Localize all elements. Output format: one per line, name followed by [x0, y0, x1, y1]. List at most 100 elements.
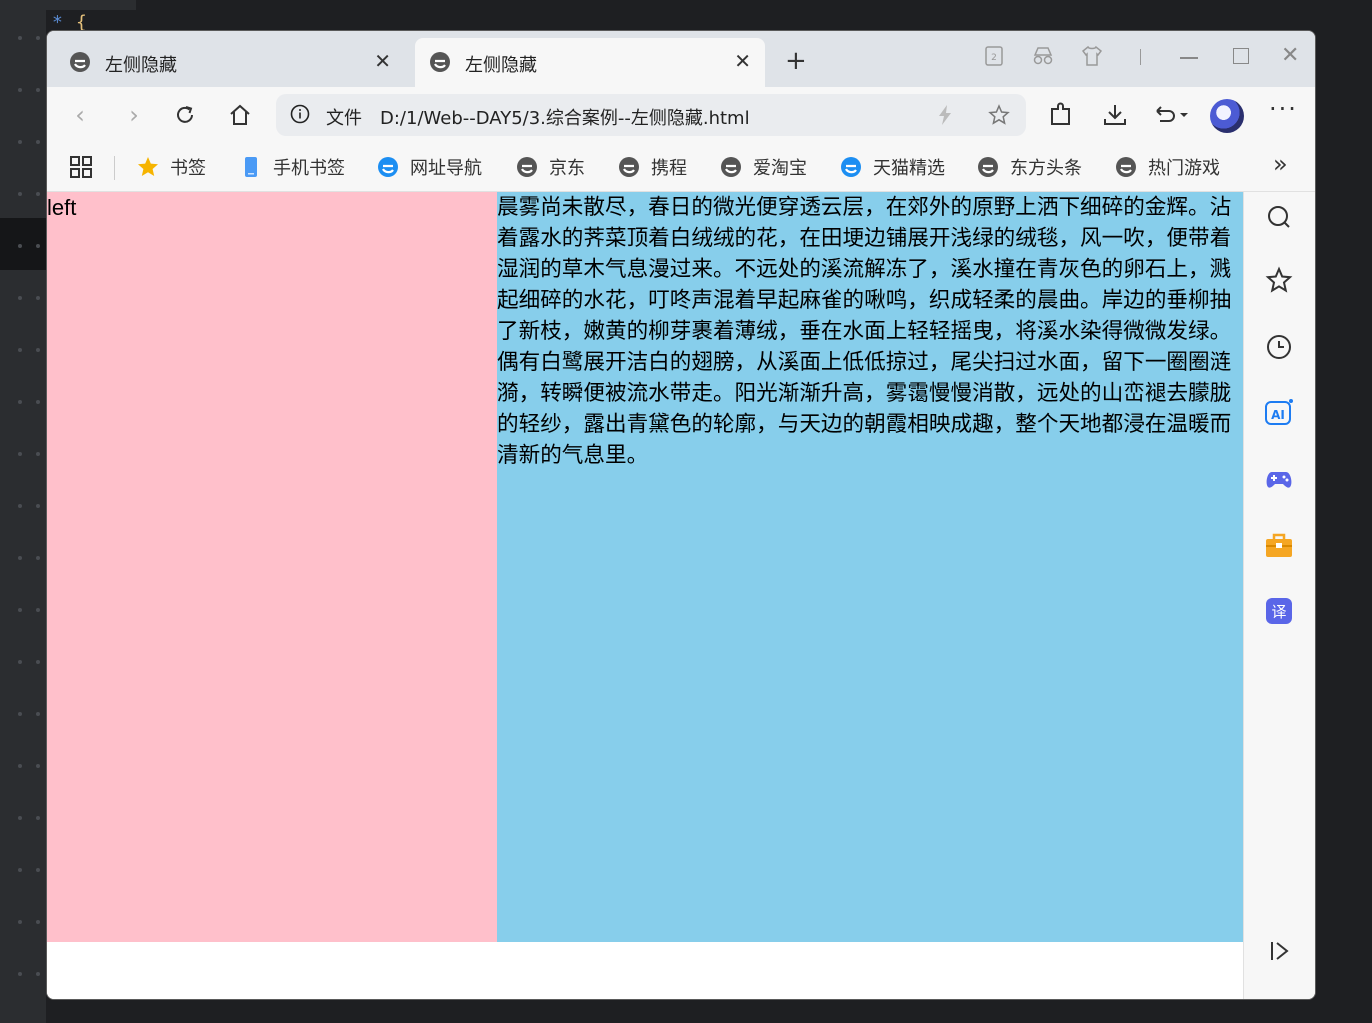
editor-gutter-dot: [36, 764, 40, 768]
right-panel-text: 晨雾尚未散尽，春日的微光便穿透云层，在郊外的原野上洒下细碎的金辉。沾着露水的荠菜…: [497, 195, 1232, 468]
editor-gutter-dot: [36, 972, 40, 976]
editor-gutter-dot: [36, 36, 40, 40]
lightning-icon[interactable]: [934, 104, 956, 126]
editor-gutter-dot: [18, 244, 22, 248]
url-text[interactable]: D:/1/Web--DAY5/3.综合案例--左侧隐藏.html: [380, 104, 750, 130]
shirt-icon[interactable]: [1081, 45, 1103, 67]
close-icon[interactable]: ✕: [374, 49, 391, 73]
editor-tab-strip: [0, 0, 136, 10]
toolbox-icon[interactable]: [1264, 530, 1294, 560]
editor-gutter-dot: [36, 244, 40, 248]
editor-gutter-dot: [36, 348, 40, 352]
translate-icon[interactable]: 译: [1264, 596, 1294, 626]
tab-inactive[interactable]: 左侧隐藏 ✕: [55, 38, 405, 87]
bookmarks-divider: [114, 156, 115, 180]
editor-gutter-dot: [18, 868, 22, 872]
editor-gutter-dot: [36, 556, 40, 560]
minimize-icon[interactable]: [1180, 57, 1198, 59]
editor-gutter-dot: [36, 868, 40, 872]
gamepad-icon[interactable]: [1264, 464, 1294, 494]
browser-e-icon: [430, 52, 450, 72]
tab-title: 左侧隐藏: [105, 55, 177, 76]
incognito-icon[interactable]: [1031, 45, 1055, 67]
editor-gutter-dot: [18, 400, 22, 404]
editor-gutter-dot: [18, 608, 22, 612]
editor-gutter-dot: [36, 192, 40, 196]
home-icon[interactable]: [228, 103, 252, 127]
info-icon[interactable]: [290, 104, 310, 124]
editor-gutter-dot: [36, 140, 40, 144]
tab-title: 左侧隐藏: [465, 55, 537, 76]
browser-e-icon: [721, 157, 741, 177]
editor-gutter-dot: [18, 712, 22, 716]
browser-e-icon: [517, 157, 537, 177]
back-button[interactable]: ‹: [64, 99, 96, 131]
editor-gutter-dot: [36, 712, 40, 716]
editor-gutter-dot: [36, 400, 40, 404]
svg-text:译: 译: [1271, 603, 1286, 621]
collapse-sidebar-icon[interactable]: [1264, 936, 1294, 966]
editor-gutter-dot: [18, 296, 22, 300]
browser-e-icon: [1116, 157, 1136, 177]
editor-gutter-dot: [18, 764, 22, 768]
page-viewport: left 晨雾尚未散尽，春日的微光便穿透云层，在郊外的原野上洒下细碎的金辉。沾着…: [47, 192, 1243, 999]
editor-gutter-dot: [18, 192, 22, 196]
left-panel: left: [47, 192, 497, 942]
editor-gutter-dot: [36, 660, 40, 664]
browser-sidebar: AI 译: [1243, 192, 1315, 999]
browser-window: 左侧隐藏 ✕ 左侧隐藏 ✕ + 2 ✕ ‹ › 文件 D:/1/Web--DAY…: [46, 30, 1316, 1000]
forward-button[interactable]: ›: [118, 99, 150, 131]
svg-text:AI: AI: [1271, 408, 1285, 422]
maximize-icon[interactable]: [1233, 48, 1249, 64]
editor-gutter-dot: [18, 140, 22, 144]
apps-grid-icon[interactable]: [69, 155, 93, 179]
editor-gutter-dot: [18, 504, 22, 508]
editor-gutter-dot: [36, 88, 40, 92]
undo-menu-icon[interactable]: [1151, 101, 1191, 129]
tab-count-icon[interactable]: 2: [983, 45, 1005, 67]
more-menu-button[interactable]: ···: [1269, 95, 1298, 123]
editor-gutter-dot: [36, 504, 40, 508]
editor-gutter-dot: [18, 36, 22, 40]
editor-gutter-dot: [18, 660, 22, 664]
editor-gutter-dot: [36, 452, 40, 456]
right-panel: 晨雾尚未散尽，春日的微光便穿透云层，在郊外的原野上洒下细碎的金辉。沾着露水的荠菜…: [497, 192, 1243, 942]
editor-gutter-dot: [36, 816, 40, 820]
close-window-icon[interactable]: ✕: [1281, 43, 1299, 68]
search-icon[interactable]: [1264, 202, 1294, 232]
editor-gutter-dot: [18, 972, 22, 976]
address-bar[interactable]: 文件 D:/1/Web--DAY5/3.综合案例--左侧隐藏.html: [276, 94, 1026, 136]
browser-e-icon: [978, 157, 998, 177]
close-icon[interactable]: ✕: [734, 49, 751, 73]
security-label: 文件: [326, 108, 362, 129]
star-icon: [138, 157, 158, 176]
star-outline-icon[interactable]: [988, 104, 1010, 126]
editor-gutter-dot: [36, 920, 40, 924]
ai-icon[interactable]: AI: [1264, 398, 1294, 428]
editor-gutter-dot: [18, 348, 22, 352]
svg-text:2: 2: [991, 53, 997, 63]
history-icon[interactable]: [1264, 332, 1294, 362]
extensions-icon[interactable]: [1047, 101, 1075, 129]
editor-gutter-dot: [18, 556, 22, 560]
tab-bar: 左侧隐藏 ✕ 左侧隐藏 ✕ + 2 ✕: [47, 31, 1315, 87]
editor-gutter-dot: [18, 816, 22, 820]
refresh-icon[interactable]: [173, 103, 197, 127]
editor-gutter-dot: [36, 296, 40, 300]
bookmarks-overflow-button[interactable]: »: [1273, 150, 1288, 178]
toolbar: ‹ › 文件 D:/1/Web--DAY5/3.综合案例--左侧隐藏.html: [47, 87, 1315, 145]
browser-e-icon: [841, 157, 861, 177]
phone-icon: [245, 157, 257, 177]
editor-gutter-dot: [18, 920, 22, 924]
tab-active[interactable]: 左侧隐藏 ✕: [415, 38, 765, 87]
editor-gutter-dot: [18, 88, 22, 92]
bookmarks-bar: 书签 手机书签 网址导航 京东 携程 爱淘宝 天猫精选 东方头条 热门游戏 »: [47, 145, 1315, 192]
avatar[interactable]: [1210, 99, 1244, 133]
editor-gutter-dot: [36, 608, 40, 612]
new-tab-button[interactable]: +: [785, 47, 807, 75]
divider: [1140, 49, 1141, 65]
star-outline-icon[interactable]: [1264, 266, 1294, 296]
editor-gutter-dot: [18, 452, 22, 456]
download-icon[interactable]: [1101, 101, 1129, 129]
browser-e-icon: [619, 157, 639, 177]
